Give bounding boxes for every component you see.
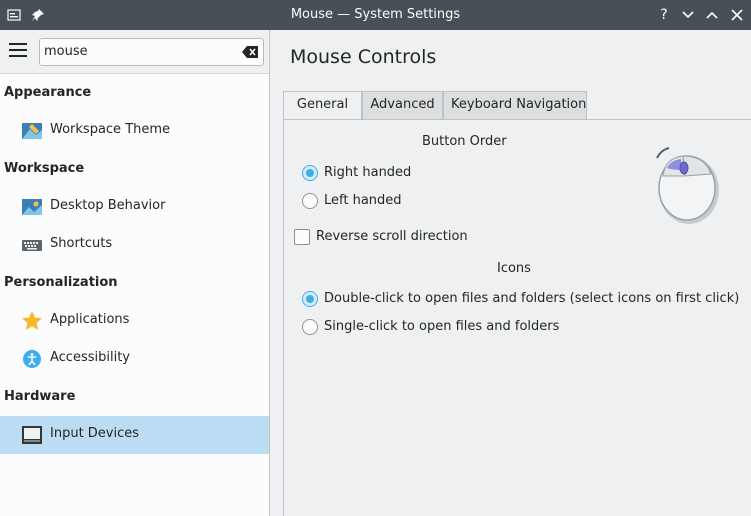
sidebar-header: mouse: [0, 30, 269, 74]
sidebar-item-label: Shortcuts: [50, 236, 113, 251]
workspace-theme-icon: [22, 123, 42, 139]
tab-keyboard-navigation[interactable]: Keyboard Navigation: [443, 91, 587, 120]
input-devices-icon: [22, 426, 42, 444]
double-click-label[interactable]: Double-click to open files and folders (…: [324, 291, 739, 306]
close-button[interactable]: [727, 5, 747, 25]
hamburger-menu-icon[interactable]: [9, 43, 27, 59]
category-workspace: Workspace: [4, 161, 85, 176]
window-title: Mouse — System Settings: [290, 7, 461, 22]
sidebar-item-shortcuts[interactable]: Shortcuts: [0, 226, 269, 264]
sidebar-item-input-devices[interactable]: Input Devices: [0, 416, 269, 454]
keyboard-icon: [22, 240, 42, 251]
search-input[interactable]: mouse: [39, 38, 264, 66]
double-click-radio[interactable]: [302, 291, 318, 307]
sidebar-item-workspace-theme[interactable]: Workspace Theme: [0, 112, 269, 150]
tab-general[interactable]: General: [283, 91, 362, 121]
right-handed-label[interactable]: Right handed: [324, 165, 411, 180]
sidebar-item-label: Desktop Behavior: [50, 198, 166, 213]
main-content: Mouse Controls General Advanced Keyboard…: [271, 30, 751, 516]
clear-search-icon[interactable]: [242, 46, 258, 58]
star-icon: [22, 311, 42, 330]
title-bar: Mouse — System Settings ?: [0, 0, 751, 30]
desktop-behavior-icon: [22, 199, 42, 215]
help-button[interactable]: ?: [654, 5, 674, 25]
reverse-scroll-checkbox[interactable]: [294, 229, 310, 245]
sidebar-item-desktop-behavior[interactable]: Desktop Behavior: [0, 188, 269, 226]
accessibility-icon: [23, 350, 41, 368]
tab-advanced[interactable]: Advanced: [362, 91, 443, 120]
button-order-heading: Button Order: [422, 134, 507, 149]
sidebar-item-accessibility[interactable]: Accessibility: [0, 340, 269, 378]
single-click-radio[interactable]: [302, 319, 318, 335]
sidebar-item-label: Input Devices: [50, 426, 140, 441]
reverse-scroll-label[interactable]: Reverse scroll direction: [316, 229, 468, 244]
category-appearance: Appearance: [4, 85, 92, 100]
mouse-icon: [656, 147, 719, 224]
category-personalization: Personalization: [4, 275, 118, 290]
general-tab-panel: Button Order Right handed Left handed Re…: [283, 119, 751, 516]
single-click-label[interactable]: Single-click to open files and folders: [324, 319, 559, 334]
left-handed-radio[interactable]: [302, 193, 318, 209]
sidebar-item-label: Workspace Theme: [50, 122, 171, 137]
right-handed-radio[interactable]: [302, 165, 318, 181]
sidebar-item-label: Accessibility: [50, 350, 130, 365]
sidebar: mouse Appearance Workspace Theme Workspa…: [0, 30, 270, 516]
sidebar-item-label: Applications: [50, 312, 130, 327]
maximize-button[interactable]: [702, 5, 722, 25]
sidebar-item-applications[interactable]: Applications: [0, 302, 269, 340]
search-value: mouse: [44, 44, 88, 59]
page-title: Mouse Controls: [290, 46, 437, 68]
left-handed-label[interactable]: Left handed: [324, 193, 402, 208]
icons-heading: Icons: [497, 261, 531, 276]
category-hardware: Hardware: [4, 389, 76, 404]
minimize-button[interactable]: [678, 5, 698, 25]
